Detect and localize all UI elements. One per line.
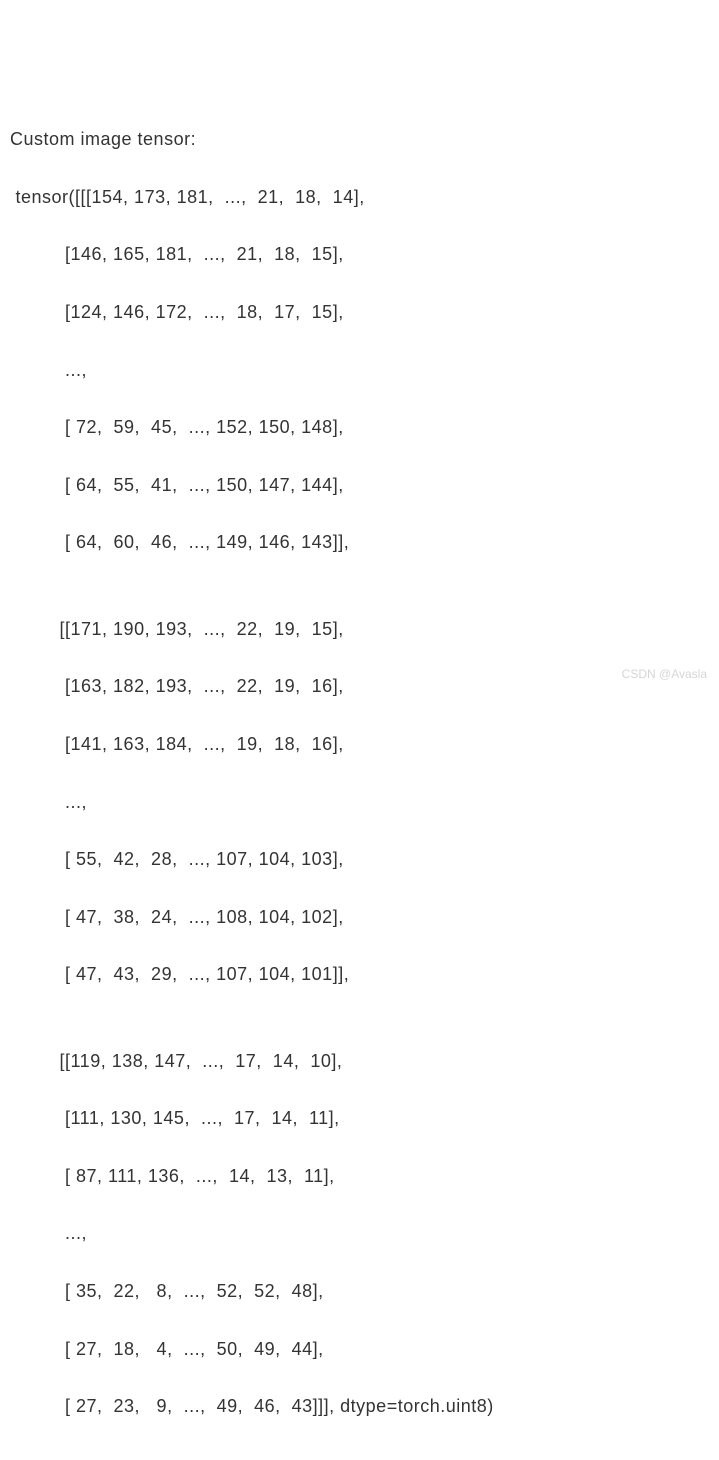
output-line: ..., bbox=[10, 1219, 709, 1248]
output-line: [ 87, 111, 136, ..., 14, 13, 11], bbox=[10, 1162, 709, 1191]
output-line: [111, 130, 145, ..., 17, 14, 11], bbox=[10, 1104, 709, 1133]
output-line: [ 35, 22, 8, ..., 52, 52, 48], bbox=[10, 1277, 709, 1306]
watermark-text: CSDN @Avasla bbox=[622, 665, 707, 684]
output-line: [ 64, 60, 46, ..., 149, 146, 143]], bbox=[10, 528, 709, 557]
output-line: [ 27, 23, 9, ..., 49, 46, 43]]], dtype=t… bbox=[10, 1392, 709, 1421]
output-line: ..., bbox=[10, 788, 709, 817]
output-line: [163, 182, 193, ..., 22, 19, 16], bbox=[10, 672, 709, 701]
output-line: ..., bbox=[10, 356, 709, 385]
output-line: Custom image tensor: bbox=[10, 125, 709, 154]
output-line: [ 47, 38, 24, ..., 108, 104, 102], bbox=[10, 903, 709, 932]
output-line: [ 47, 43, 29, ..., 107, 104, 101]], bbox=[10, 960, 709, 989]
output-line: [[171, 190, 193, ..., 22, 19, 15], bbox=[10, 615, 709, 644]
output-line: [124, 146, 172, ..., 18, 17, 15], bbox=[10, 298, 709, 327]
output-line: [ 64, 55, 41, ..., 150, 147, 144], bbox=[10, 471, 709, 500]
output-line: tensor([[[154, 173, 181, ..., 21, 18, 14… bbox=[10, 183, 709, 212]
output-line: [ 72, 59, 45, ..., 152, 150, 148], bbox=[10, 413, 709, 442]
output-line: [[119, 138, 147, ..., 17, 14, 10], bbox=[10, 1047, 709, 1076]
output-line: [ 27, 18, 4, ..., 50, 49, 44], bbox=[10, 1335, 709, 1364]
output-line: [141, 163, 184, ..., 19, 18, 16], bbox=[10, 730, 709, 759]
output-line: [ 55, 42, 28, ..., 107, 104, 103], bbox=[10, 845, 709, 874]
output-line: [146, 165, 181, ..., 21, 18, 15], bbox=[10, 240, 709, 269]
